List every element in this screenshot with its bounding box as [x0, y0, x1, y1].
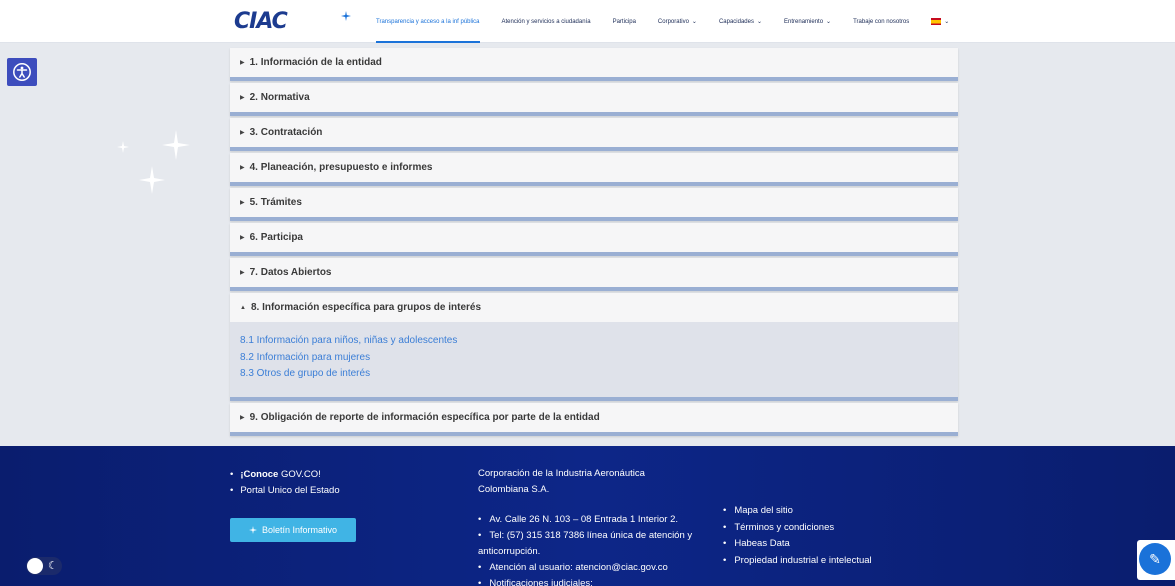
nav-label: Trabaje con nosotros [853, 18, 910, 25]
accordion-item: ▶ 7. Datos Abiertos [230, 258, 958, 291]
nav-label: Corporativo [657, 18, 689, 25]
nav-label: Entrenamiento [784, 18, 824, 25]
govco-rest: GOV.CO! [278, 469, 321, 480]
accordion-item: ▶ 9. Obligación de reporte de información… [230, 403, 958, 436]
accordion-label: 8. Información específica para grupos de… [250, 302, 482, 313]
accordion-item: ▶ 3. Contratación [230, 118, 958, 151]
link-ninos[interactable]: 8.1 Información para niños, niñas y adol… [240, 333, 958, 350]
footer-contact: Corporación de la Industria Aeronáutica … [478, 466, 713, 586]
chevron-down-icon: ⌄ [826, 19, 832, 25]
accordion-item: ▶ 5. Trámites [230, 188, 958, 221]
judicial-notifications: Notificaciones judiciales: [478, 576, 713, 586]
caret-right-icon: ▶ [240, 270, 245, 276]
spain-flag-icon [931, 18, 942, 25]
main-nav: Transparencia y acceso a la inf pública … [376, 0, 971, 43]
habeas-data-link[interactable]: Habeas Data [723, 536, 872, 553]
accordion-item: ▶ 1. Información de la entidad [230, 48, 958, 81]
nav-capacidades[interactable]: Capacidades ⌄ [719, 0, 762, 43]
phone: Tel: (57) 315 318 7386 línea única de at… [478, 528, 713, 560]
nav-participa[interactable]: Participa [613, 0, 636, 43]
email[interactable]: Atención al usuario: atencion@ciac.gov.c… [478, 560, 713, 576]
footer-legal-links: Mapa del sitio Términos y condiciones Ha… [723, 503, 872, 570]
caret-right-icon: ▶ [240, 415, 245, 421]
terms-link[interactable]: Términos y condiciones [723, 520, 872, 537]
accordion-header-3[interactable]: ▶ 3. Contratación [230, 118, 958, 147]
address: Av. Calle 26 N. 103 – 08 Entrada 1 Inter… [478, 512, 713, 528]
nav-label: Capacidades [718, 18, 754, 25]
link-otros[interactable]: 8.3 Otros de grupo de interés [240, 366, 958, 383]
portal-link[interactable]: Portal Unico del Estado [230, 483, 339, 499]
accordion-header-7[interactable]: ▶ 7. Datos Abiertos [230, 258, 958, 287]
caret-right-icon: ▶ [240, 165, 245, 171]
accordion-label: 7. Datos Abiertos [249, 267, 332, 278]
footer-gov-links: ¡Conoce GOV.CO! Portal Unico del Estado [230, 467, 340, 499]
sitemap-link[interactable]: Mapa del sitio [723, 503, 872, 520]
chat-icon: ✎ [1139, 543, 1171, 575]
nav-label: Transparencia y acceso a la inf pública [376, 18, 480, 25]
contact-list: Av. Calle 26 N. 103 – 08 Entrada 1 Inter… [478, 512, 713, 586]
language-selector[interactable]: ⌄ [931, 0, 949, 43]
accordion-label: 9. Obligación de reporte de información … [249, 412, 600, 423]
nav-label: Participa [612, 18, 636, 25]
boletin-label: Boletín Informativo [261, 525, 338, 535]
nav-entrenamiento[interactable]: Entrenamiento ⌄ [784, 0, 831, 43]
logo-text: CIAC [234, 9, 288, 34]
accordion-label: 2. Normativa [249, 92, 310, 103]
nav-corporativo[interactable]: Corporativo ⌄ [658, 0, 697, 43]
airplane-icon [248, 526, 257, 534]
accessibility-icon [13, 63, 31, 81]
accordion-header-6[interactable]: ▶ 6. Participa [230, 223, 958, 252]
accordion-item: ▶ 6. Participa [230, 223, 958, 256]
org-name-line2: Colombiana S.A. [478, 484, 550, 495]
accordion-label: 5. Trámites [249, 197, 302, 208]
accordion-item: ▶ 2. Normativa [230, 83, 958, 116]
caret-right-icon: ▶ [240, 60, 245, 66]
caret-right-icon: ▶ [240, 235, 245, 241]
accordion-header-2[interactable]: ▶ 2. Normativa [230, 83, 958, 112]
toggle-knob [27, 558, 43, 574]
accordion-label: 4. Planeación, presupuesto e informes [249, 162, 433, 173]
site-footer: ¡Conoce GOV.CO! Portal Unico del Estado … [0, 446, 1175, 586]
accordion-header-8[interactable]: ▲ 8. Información específica para grupos d… [230, 293, 958, 322]
chevron-down-icon: ⌄ [756, 19, 763, 25]
caret-right-icon: ▶ [240, 200, 245, 206]
boletin-button[interactable]: Boletín Informativo [230, 518, 356, 542]
caret-right-icon: ▶ [240, 130, 245, 136]
dark-mode-toggle[interactable]: ☾ [26, 557, 62, 575]
ip-link[interactable]: Propiedad industrial e intelectual [723, 553, 871, 570]
ciac-logo[interactable]: CIAC [234, 9, 314, 34]
link-mujeres[interactable]: 8.2 Información para mujeres [240, 350, 958, 367]
nav-trabaje[interactable]: Trabaje con nosotros [853, 0, 909, 43]
nav-transparencia[interactable]: Transparencia y acceso a la inf pública [376, 0, 480, 43]
chevron-down-icon: ⌄ [944, 19, 950, 25]
moon-icon: ☾ [48, 560, 58, 572]
chevron-down-icon: ⌄ [691, 19, 697, 25]
accordion-item: ▶ 4. Planeación, presupuesto e informes [230, 153, 958, 186]
accessibility-button[interactable] [7, 58, 37, 86]
accordion-header-1[interactable]: ▶ 1. Información de la entidad [230, 48, 958, 77]
accordion-label: 1. Información de la entidad [249, 57, 382, 68]
sparkle-decoration [117, 130, 190, 194]
site-header: CIAC Transparencia y acceso a la inf púb… [0, 0, 1175, 43]
caret-right-icon: ▶ [240, 95, 245, 101]
transparency-accordion: ▶ 1. Información de la entidad ▶ 2. Normat… [230, 48, 958, 438]
airplane-icon [341, 11, 351, 21]
accordion-header-5[interactable]: ▶ 5. Trámites [230, 188, 958, 217]
accordion-header-9[interactable]: ▶ 9. Obligación de reporte de información… [230, 403, 958, 432]
accordion-label: 6. Participa [249, 232, 303, 243]
accordion-header-4[interactable]: ▶ 4. Planeación, presupuesto e informes [230, 153, 958, 182]
nav-atencion[interactable]: Atención y servicios a ciudadanía [502, 0, 591, 43]
caret-up-icon: ▲ [240, 304, 246, 311]
accordion-item-expanded: ▲ 8. Información específica para grupos d… [230, 293, 958, 401]
chat-widget[interactable]: ✎ [1137, 540, 1175, 580]
accordion-body: 8.1 Información para niños, niñas y adol… [230, 322, 958, 397]
govco-bold: ¡Conoce [240, 469, 279, 480]
accordion-label: 3. Contratación [249, 127, 323, 138]
govco-link[interactable]: ¡Conoce GOV.CO! [230, 467, 340, 483]
nav-label: Atención y servicios a ciudadanía [501, 18, 591, 25]
org-name-line1: Corporación de la Industria Aeronáutica [478, 468, 645, 479]
